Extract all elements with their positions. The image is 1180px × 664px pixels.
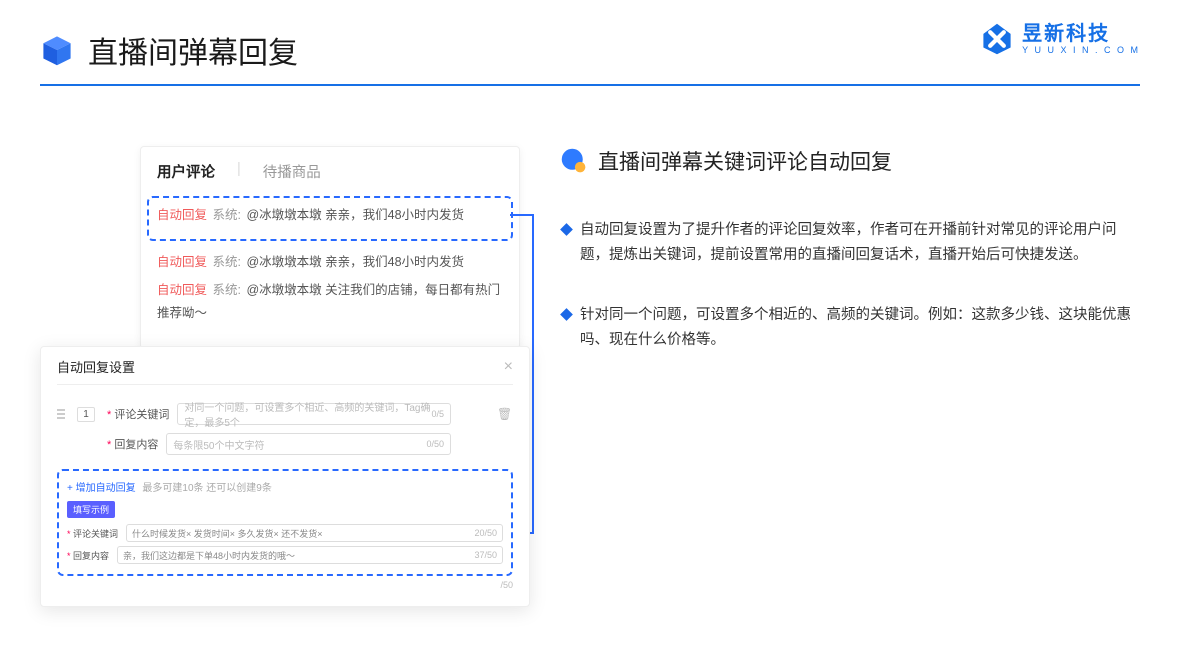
tab-goods[interactable]: 待播商品 (263, 161, 321, 182)
description-panel: 直播间弹幕关键词评论自动回复 自动回复设置为了提升作者的评论回复效率，作者可在开… (560, 146, 1140, 388)
drag-handle[interactable] (57, 409, 65, 419)
logo-en: Y U U X I N . C O M (1022, 46, 1140, 55)
page-title: 直播间弹幕回复 (88, 28, 298, 72)
example-box: + 增加自动回复 最多可建10条 还可以创建9条 填写示例 评论关键词 什么时候… (57, 469, 513, 576)
tab-user-comments[interactable]: 用户评论 (157, 161, 215, 182)
bullet-1: 自动回复设置为了提升作者的评论回复效率，作者可在开播前针对常见的评论用户问题，提… (560, 218, 1140, 269)
highlighted-comment: 自动回复 系统: @冰墩墩本墩 亲亲，我们48小时内发货 (147, 196, 513, 241)
example-badge: 填写示例 (67, 501, 115, 518)
modal-title: 自动回复设置 (57, 357, 135, 376)
keyword-input[interactable]: 对同一个问题，可设置多个相近、高频的关键词，Tag确定，最多5个 0/5 (177, 403, 451, 425)
example-keyword-input[interactable]: 什么时候发货× 发货时间× 多久发货× 还不发货× 20/50 (126, 524, 503, 542)
modal-header: 自动回复设置 × (57, 357, 513, 385)
logo-cn: 昱新科技 (1022, 24, 1140, 44)
brand-logo: 昱新科技 Y U U X I N . C O M (980, 22, 1140, 56)
bullet-list: 自动回复设置为了提升作者的评论回复效率，作者可在开播前针对常见的评论用户问题，提… (560, 218, 1140, 354)
right-heading: 直播间弹幕关键词评论自动回复 (560, 146, 1140, 176)
comment-2: 自动回复 系统: @冰墩墩本墩 亲亲，我们48小时内发货 (157, 251, 503, 274)
screenshots-area: 用户评论 | 待播商品 自动回复 系统: @冰墩墩本墩 亲亲，我们48小时内发货… (40, 146, 520, 626)
bullet-2: 针对同一个问题，可设置多个相近的、高频的关键词。例如：这款多少钱、这块能优惠吗、… (560, 303, 1140, 354)
example-keyword-row: 评论关键词 什么时候发货× 发货时间× 多久发货× 还不发货× 20/50 (67, 524, 503, 542)
comment-1: 自动回复 系统: @冰墩墩本墩 亲亲，我们48小时内发货 (157, 204, 503, 227)
page-header: 直播间弹幕回复 昱新科技 Y U U X I N . C O M (0, 0, 1180, 84)
keyword-row: 1 评论关键词 对同一个问题，可设置多个相近、高频的关键词，Tag确定，最多5个… (57, 403, 513, 425)
comments-card: 用户评论 | 待播商品 自动回复 系统: @冰墩墩本墩 亲亲，我们48小时内发货… (140, 146, 520, 349)
trash-icon[interactable]: 🗑 (497, 407, 513, 421)
chat-icon (560, 147, 588, 175)
reply-input[interactable]: 每条限50个中文字符 0/50 (166, 433, 451, 455)
example-reply-input[interactable]: 亲，我们这边都是下单48小时内发货的哦～ 37/50 (117, 546, 503, 564)
cube-icon (40, 33, 74, 67)
autoreply-settings-modal: 自动回复设置 × 1 评论关键词 对同一个问题，可设置多个相近、高频的关键词，T… (40, 346, 530, 607)
reply-row: 回复内容 每条限50个中文字符 0/50 (57, 433, 513, 455)
keyword-label: 评论关键词 (107, 406, 169, 422)
add-reply-link[interactable]: + 增加自动回复 最多可建10条 还可以创建9条 (67, 479, 503, 494)
logo-x-icon (980, 22, 1014, 56)
reply-label: 回复内容 (107, 436, 158, 452)
index-badge: 1 (77, 407, 95, 422)
close-icon[interactable]: × (504, 358, 513, 376)
tab-divider: | (237, 161, 241, 182)
tabs: 用户评论 | 待播商品 (157, 161, 503, 182)
comment-3: 自动回复 系统: @冰墩墩本墩 关注我们的店铺，每日都有热门推荐呦～ (157, 279, 503, 324)
example-reply-row: 回复内容 亲，我们这边都是下单48小时内发货的哦～ 37/50 (67, 546, 503, 564)
footer-count: /50 (57, 580, 513, 590)
section-title: 直播间弹幕关键词评论自动回复 (598, 146, 892, 176)
